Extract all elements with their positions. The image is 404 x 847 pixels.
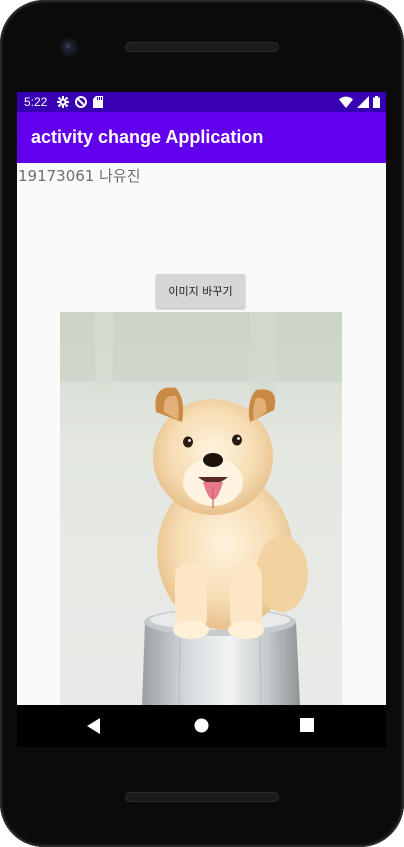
- status-icons-right: [339, 95, 380, 109]
- do-not-disturb-icon: [75, 96, 87, 108]
- signal-icon: [357, 96, 369, 108]
- earpiece-speaker: [125, 42, 279, 52]
- puppy-illustration: [60, 312, 342, 705]
- app-screen: 5:22 activity change Application 1917306…: [17, 92, 386, 705]
- navigation-bar: [17, 705, 386, 747]
- status-icons-left: [57, 95, 103, 109]
- back-icon[interactable]: [87, 718, 101, 734]
- settings-icon: [57, 96, 69, 108]
- status-time: 5:22: [24, 95, 48, 109]
- bottom-speaker: [125, 792, 279, 802]
- home-icon[interactable]: [194, 718, 209, 733]
- status-bar: 5:22: [17, 92, 386, 112]
- change-image-button[interactable]: 이미지 바꾸기: [156, 274, 245, 308]
- app-title: activity change Application: [31, 127, 264, 147]
- sd-card-icon: [93, 96, 103, 108]
- puppy-photo: [60, 312, 342, 705]
- wifi-icon: [339, 96, 353, 108]
- recents-icon[interactable]: [300, 718, 314, 732]
- front-camera: [60, 38, 78, 56]
- student-id-name-text: 19173061 나유진: [18, 167, 141, 185]
- phone-frame: 5:22 activity change Application 1917306…: [0, 0, 404, 847]
- app-bar: activity change Application: [17, 112, 386, 163]
- battery-icon: [373, 96, 380, 108]
